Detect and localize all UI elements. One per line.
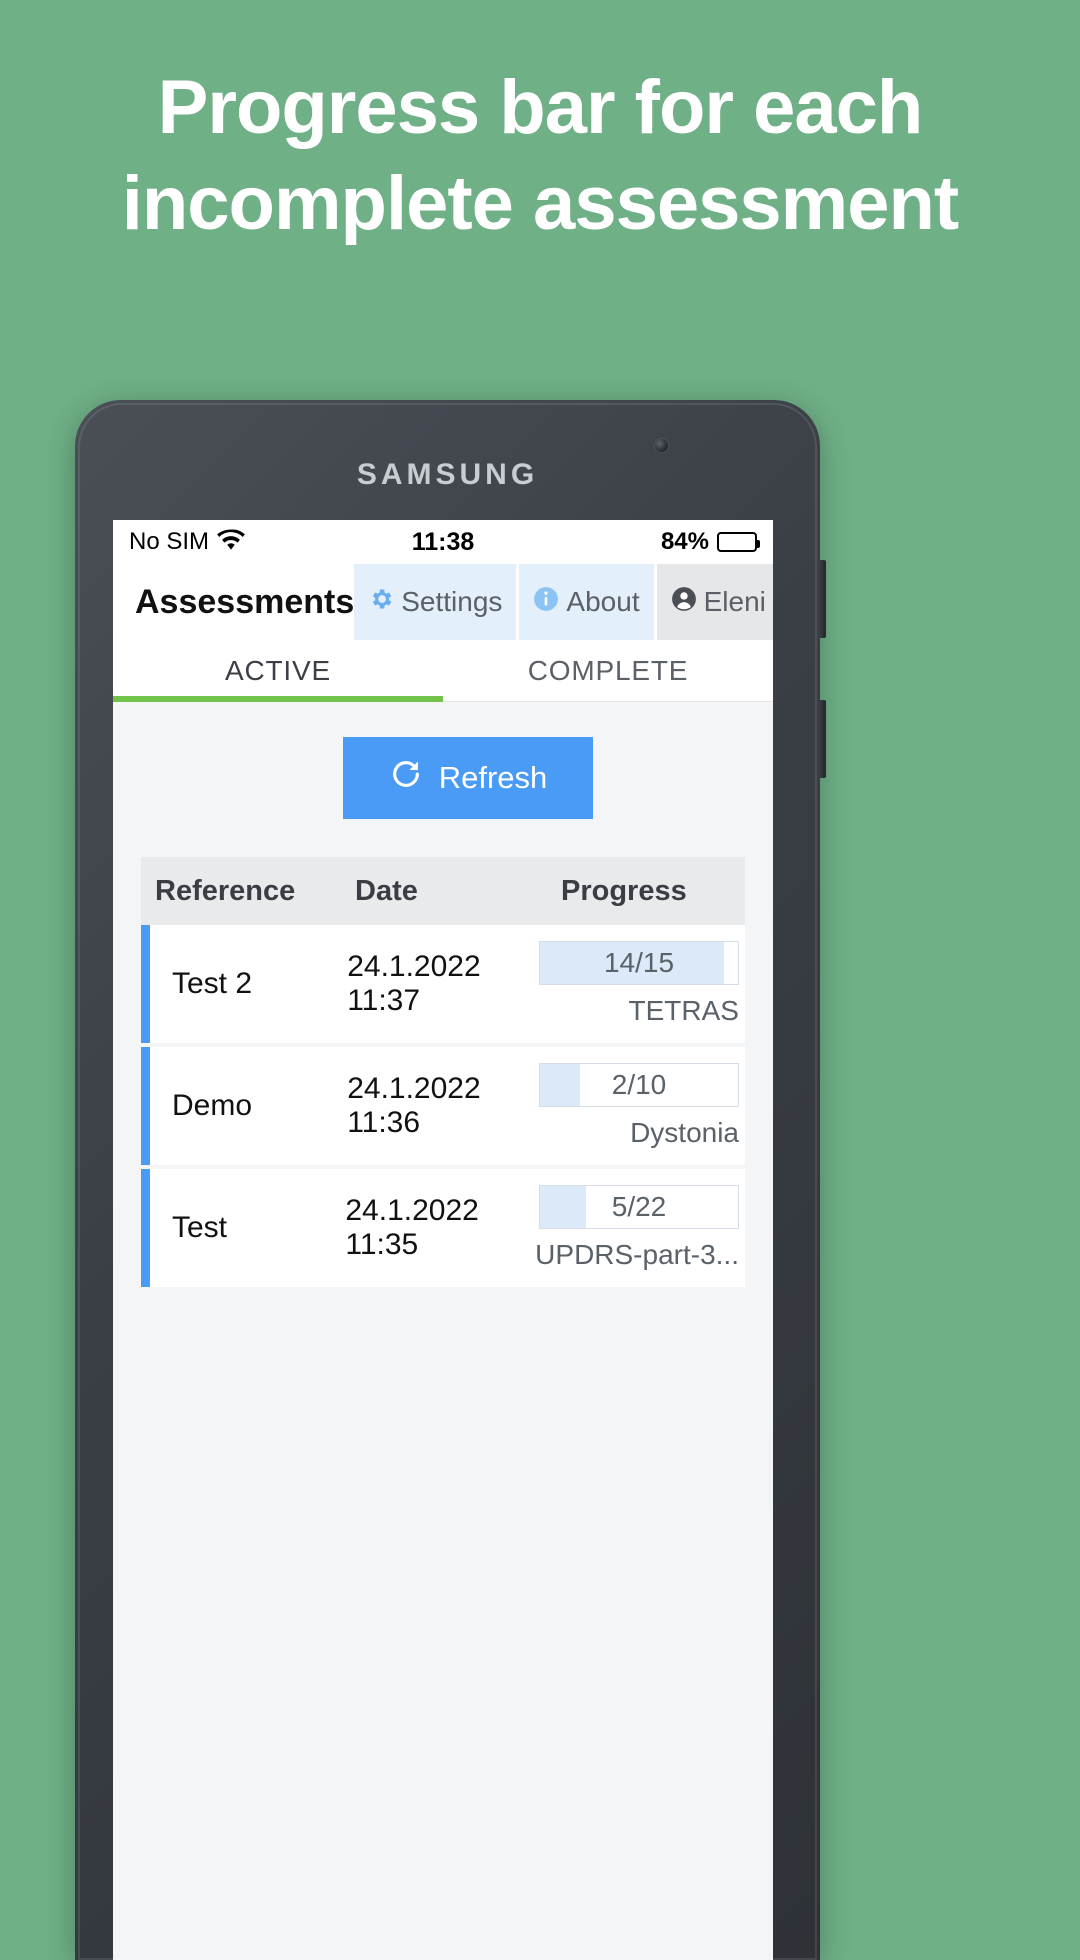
cell-date: 24.1.2022 11:37 <box>347 950 481 1017</box>
refresh-button-label: Refresh <box>438 760 548 795</box>
about-button[interactable]: About <box>519 564 657 640</box>
battery-percent-label: 84% <box>660 528 709 555</box>
cell-reference: Demo <box>172 1089 253 1122</box>
battery-icon <box>717 532 760 552</box>
tab-bar: ACTIVE COMPLETE <box>113 640 773 702</box>
tab-complete-label: COMPLETE <box>527 654 689 686</box>
refresh-row: Refresh <box>113 702 773 857</box>
column-header-reference: Reference <box>155 874 296 907</box>
main-content: Refresh Reference Date Progress Test 2 24… <box>113 702 773 1960</box>
status-bar: No SIM 11:38 84% <box>113 520 773 564</box>
settings-button-label: Settings <box>401 586 503 617</box>
table-header-row: Reference Date Progress <box>141 857 745 925</box>
gear-icon <box>368 586 394 619</box>
refresh-button[interactable]: Refresh <box>342 737 594 819</box>
about-button-label: About <box>566 586 640 617</box>
user-account-label: Eleni <box>703 586 766 617</box>
user-icon <box>671 586 697 619</box>
device-brand-label: SAMSUNG <box>356 458 539 491</box>
front-camera-icon <box>655 439 668 452</box>
table-row[interactable]: Demo 24.1.2022 11:36 2/10 Dystonia <box>141 1047 745 1165</box>
device-mockup: SAMSUNG No SIM 11:38 84% Assessments Set… <box>75 400 826 1960</box>
table-row[interactable]: Test 2 24.1.2022 11:37 14/15 TETRAS <box>141 925 745 1043</box>
tab-active-label: ACTIVE <box>225 654 331 686</box>
cell-reference: Test 2 <box>172 967 253 1000</box>
tab-active[interactable]: ACTIVE <box>113 640 443 702</box>
settings-button[interactable]: Settings <box>354 564 520 640</box>
assessment-type-label: Dystonia <box>630 1117 739 1148</box>
tab-complete[interactable]: COMPLETE <box>443 640 773 701</box>
refresh-icon <box>389 757 423 799</box>
column-header-progress: Progress <box>561 874 687 907</box>
column-header-date: Date <box>355 874 418 907</box>
info-icon <box>533 586 559 619</box>
volume-up-button[interactable] <box>819 560 826 638</box>
table-body: Test 2 24.1.2022 11:37 14/15 TETRAS Demo 24.1… <box>141 925 745 1287</box>
phone-screen: No SIM 11:38 84% Assessments Settings Ab… <box>113 520 773 1960</box>
table-row[interactable]: Test 24.1.2022 11:35 5/22 UPDRS-part-3... <box>141 1169 745 1287</box>
progress-label: 2/10 <box>611 1069 667 1100</box>
progress-bar: 5/22 <box>539 1185 739 1229</box>
status-bar-right: 84% <box>660 528 760 556</box>
progress-bar: 14/15 <box>539 941 739 985</box>
user-account-button[interactable]: Eleni <box>656 564 773 640</box>
cell-date: 24.1.2022 11:35 <box>345 1194 479 1261</box>
app-header: Assessments Settings About Eleni <box>113 564 773 640</box>
progress-bar: 2/10 <box>539 1063 739 1107</box>
progress-label: 14/15 <box>603 947 675 978</box>
page-title: Assessments <box>135 582 355 621</box>
assessments-table: Reference Date Progress Test 2 24.1.2022 … <box>141 857 745 1287</box>
progress-label: 5/22 <box>611 1191 667 1222</box>
assessment-type-label: UPDRS-part-3... <box>535 1239 739 1270</box>
cell-reference: Test <box>172 1211 228 1244</box>
cell-progress: 14/15 TETRAS <box>539 941 745 1027</box>
volume-down-button[interactable] <box>819 700 826 778</box>
promo-headline: Progress bar for each incomplete assessm… <box>121 65 960 246</box>
header-actions: Settings About Eleni <box>354 564 773 640</box>
cell-progress: 5/22 UPDRS-part-3... <box>535 1185 745 1271</box>
cell-date: 24.1.2022 11:36 <box>347 1072 481 1139</box>
cell-progress: 2/10 Dystonia <box>539 1063 745 1149</box>
assessment-type-label: TETRAS <box>628 995 739 1026</box>
